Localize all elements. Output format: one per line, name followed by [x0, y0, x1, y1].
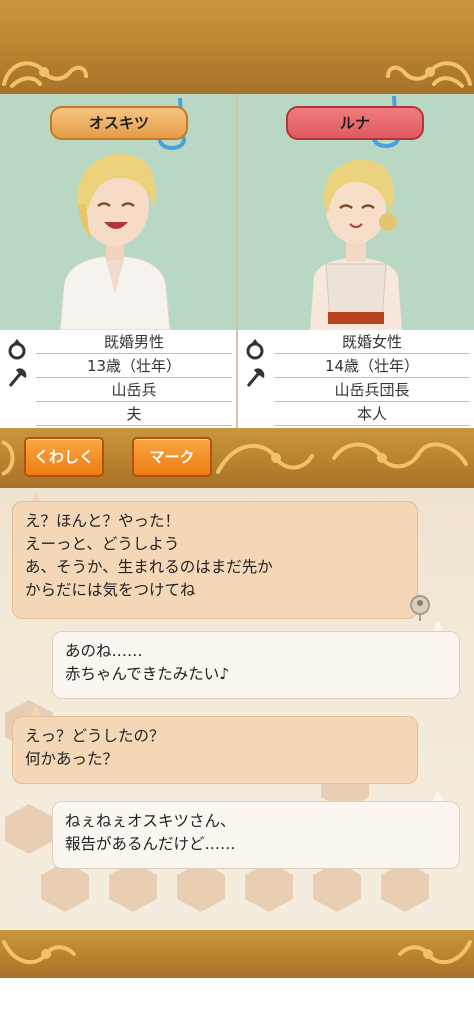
pin-icon [410, 595, 430, 621]
bottom-safe-area [0, 978, 474, 1024]
corner-ornament-icon [2, 61, 88, 88]
corner-ornament-icon [398, 940, 472, 965]
ring-icon [8, 339, 26, 360]
corner-ornament-icon [2, 940, 76, 965]
flourish-ornament-icon [216, 442, 468, 474]
marital-status: 既婚男性 [36, 330, 232, 354]
character-panel-left[interactable]: オスキツ 既婚男性 13歳（壮年） 山岳兵 夫 [0, 94, 236, 428]
character-avatar-male [59, 154, 171, 330]
chat-message: え？ほんと？やった！ えーっと、どうしよう あ、そうか、生まれるのはまだ先か か… [12, 501, 418, 619]
chat-message: えっ？どうしたの？ 何かあった？ [12, 716, 418, 784]
job: 山岳兵 [36, 378, 232, 402]
corner-ornament-icon [386, 61, 472, 88]
ring-icon [246, 339, 264, 360]
character-info-left: 既婚男性 13歳（壮年） 山岳兵 夫 [0, 330, 236, 428]
character-panel-right[interactable]: ルナ 既婚女性 14歳（壮年） 山岳兵団長 本人 [238, 94, 474, 428]
top-frame [0, 0, 474, 94]
flourish-ornament-icon [1, 440, 15, 476]
age: 14歳（壮年） [274, 354, 470, 378]
chat-message: あのね…… 赤ちゃんできたみたい♪ [52, 631, 460, 699]
relation: 夫 [36, 402, 232, 426]
profile-area: オスキツ 既婚男性 13歳（壮年） 山岳兵 夫 ルナ 既婚女性 14歳（壮年） … [0, 94, 474, 428]
mark-button[interactable]: マーク [132, 437, 212, 477]
character-name-tag: ルナ [286, 106, 424, 140]
axe-icon [8, 368, 27, 387]
menu-hex-icon [5, 804, 53, 854]
details-button[interactable]: くわしく [24, 437, 104, 477]
marital-status: 既婚女性 [274, 330, 470, 354]
age: 13歳（壮年） [36, 354, 232, 378]
character-avatar-female [310, 159, 402, 330]
bottom-frame [0, 930, 474, 978]
chat-log[interactable]: え？ほんと？やった！ えーっと、どうしよう あ、そうか、生まれるのはまだ先か か… [0, 488, 474, 930]
relation: 本人 [274, 402, 470, 426]
character-name-tag: オスキツ [50, 106, 188, 140]
chat-message: ねぇねぇオスキツさん、 報告があるんだけど…… [52, 801, 460, 869]
axe-icon [246, 368, 265, 387]
character-info-right: 既婚女性 14歳（壮年） 山岳兵団長 本人 [238, 330, 474, 428]
job: 山岳兵団長 [274, 378, 470, 402]
